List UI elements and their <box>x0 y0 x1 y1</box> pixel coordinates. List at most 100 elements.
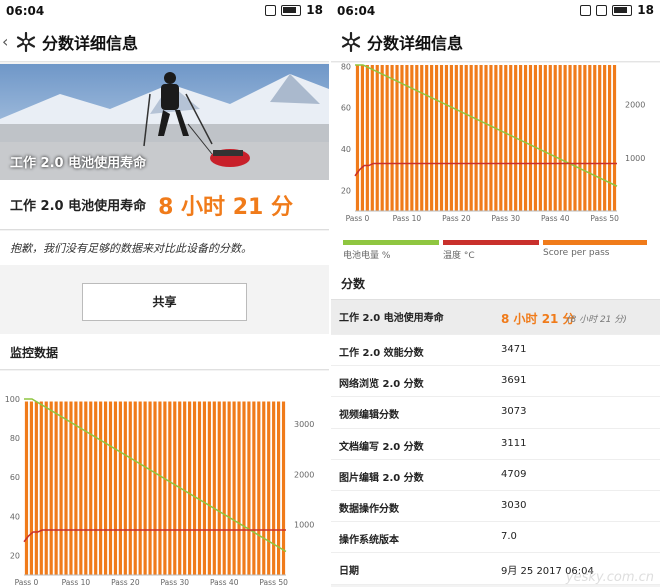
chart-svg: 20 40 60 80 100 1000 2000 3000 Pass 0 Pass 10 Pass… <box>5 395 315 587</box>
score-bar <box>148 401 152 575</box>
left-screen: 06:04 18 ‹ 分数详细信息 工作 2.0 电池使用寿命 工作 2.0 电… <box>0 0 329 587</box>
score-bar <box>444 65 449 211</box>
left-axis-tick: 80 <box>341 63 351 71</box>
x-axis-tick: Pass 30 <box>492 214 521 223</box>
score-bar <box>598 65 602 211</box>
score-bar <box>197 401 202 575</box>
left-axis-tick: 40 <box>10 512 20 521</box>
score-bar <box>355 65 360 211</box>
score-bar <box>34 401 38 575</box>
score-list: 工作 2.0 电池使用寿命 8 小时 21 分 (8 小时 21 分) 工作 2… <box>331 300 660 585</box>
share-button[interactable]: 共享 <box>82 283 247 321</box>
score-bar <box>449 65 453 211</box>
app-bar: 分数详细信息 <box>331 22 660 62</box>
left-axis-tick: 60 <box>341 104 351 113</box>
score-bar <box>365 65 369 211</box>
score-bar <box>573 65 577 211</box>
score-bar <box>222 401 226 575</box>
score-bar <box>558 65 562 211</box>
legend-score: Score per pass <box>543 240 647 262</box>
snowflake-logo-icon <box>16 31 36 52</box>
score-row: 工作 2.0 效能分数 3471 <box>331 335 660 367</box>
score-bar <box>533 65 538 211</box>
x-axis-tick: Pass 40 <box>541 214 570 223</box>
battery-icon <box>281 4 302 16</box>
vibrate-icon <box>596 4 608 16</box>
hero-caption: 工作 2.0 电池使用寿命 <box>10 156 147 171</box>
status-bar: 06:04 18 <box>0 0 329 22</box>
left-axis-tick: 80 <box>10 434 20 443</box>
right-screen: 06:04 18 分数详细信息 20 40 60 80 1000 2000 Pass 0 Pa… <box>331 0 660 587</box>
battery-level: 18 <box>637 3 654 17</box>
back-icon[interactable]: ‹ <box>2 32 14 51</box>
score-bar <box>380 65 384 211</box>
scores-section-header: 分数 <box>331 266 660 300</box>
score-bar <box>370 65 374 211</box>
score-bar <box>133 401 137 575</box>
x-axis-tick: Pass 50 <box>259 578 288 587</box>
right-axis-tick: 1000 <box>625 154 645 163</box>
image-notification-icon <box>580 4 592 16</box>
score-bar <box>212 401 216 575</box>
status-bar: 06:04 18 <box>331 0 660 22</box>
status-icons: 18 <box>265 3 323 17</box>
score-bar <box>484 65 488 211</box>
page-title: 分数详细信息 <box>367 33 464 53</box>
score-bar <box>168 401 172 575</box>
status-time: 06:04 <box>337 4 376 18</box>
legend-battery: 电池电量 % <box>343 240 439 262</box>
comparison-note: 抱歉，我们没有足够的数据来对比此设备的分数。 <box>10 242 252 255</box>
score-bar <box>257 401 261 575</box>
battery-life-value: 8 小时 21 分 <box>158 194 293 220</box>
page-title: 分数详细信息 <box>42 33 139 53</box>
monitoring-section-header: 监控数据 <box>0 334 329 370</box>
watermark: yesky.com.cn <box>565 570 654 585</box>
score-bar <box>563 65 567 211</box>
snowflake-logo-icon <box>341 31 361 52</box>
score-bar <box>612 65 617 211</box>
score-bar <box>272 401 276 575</box>
score-bar <box>163 401 167 575</box>
app-bar: ‹ 分数详细信息 <box>0 22 329 62</box>
score-bar <box>474 65 478 211</box>
score-bar <box>202 401 207 575</box>
score-bar <box>479 65 483 211</box>
x-axis-tick: Pass 20 <box>442 214 471 223</box>
score-bar <box>277 401 281 575</box>
score-bar <box>44 401 48 575</box>
battery-level: 18 <box>306 3 323 17</box>
right-axis-tick: 1000 <box>294 521 314 530</box>
score-bar <box>583 65 587 211</box>
score-bar <box>395 65 399 211</box>
score-bar <box>242 401 246 575</box>
score-bar <box>464 65 468 211</box>
score-bar <box>217 401 221 575</box>
score-bar <box>434 65 439 211</box>
score-bar <box>84 401 88 575</box>
x-axis-tick: Pass 0 <box>346 214 370 223</box>
score-bar <box>128 401 132 575</box>
legend-temperature: 温度 °C <box>443 240 539 262</box>
battery-icon <box>612 4 633 16</box>
score-bar <box>410 65 414 211</box>
score-bar <box>99 401 103 575</box>
score-bar <box>252 401 256 575</box>
scores-title: 分数 <box>341 277 366 291</box>
score-bar <box>608 65 612 211</box>
score-bar <box>39 401 43 575</box>
score-bar <box>54 401 58 575</box>
score-bar <box>123 401 127 575</box>
x-axis-tick: Pass 10 <box>393 214 422 223</box>
monitoring-chart: 20 40 60 80 100 1000 2000 3000 Pass 0 Pass 10 Pass… <box>0 371 329 587</box>
score-bar <box>593 65 597 211</box>
chart-legend: 电池电量 % 温度 °C Score per pass <box>331 240 660 266</box>
score-bar <box>59 401 63 575</box>
battery-life-label: 工作 2.0 电池使用寿命 <box>10 199 147 214</box>
score-bar <box>262 401 266 575</box>
score-bar <box>237 401 241 575</box>
score-bar <box>568 65 572 211</box>
score-bar <box>183 401 187 575</box>
score-bar <box>519 65 523 211</box>
score-bar <box>548 65 552 211</box>
left-axis-tick: 20 <box>341 186 351 195</box>
